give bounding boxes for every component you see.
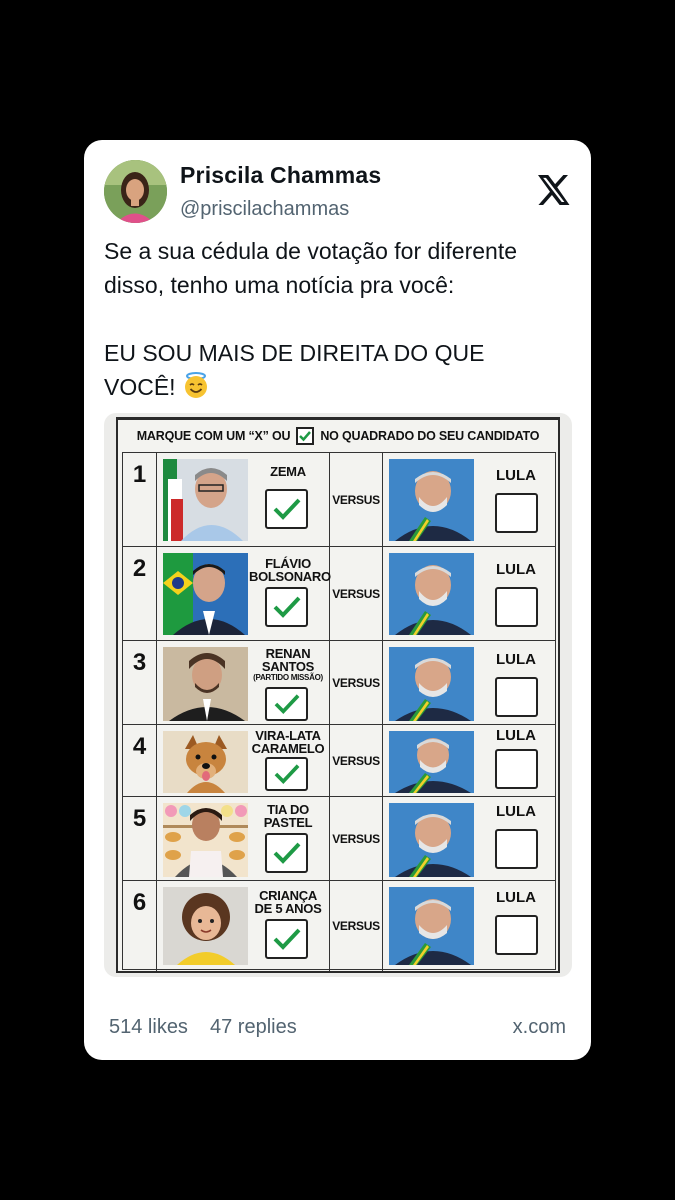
- candidate-name: TIA DO PASTEL: [263, 802, 313, 830]
- candidate-name: VIRA-LATA CARAMELO: [251, 728, 325, 756]
- row-number: 6: [123, 881, 157, 971]
- lula-photo: [389, 647, 474, 721]
- candidate-right: LULA: [383, 881, 557, 971]
- row-number: 3: [123, 641, 157, 724]
- candidate-name-main: RENAN SANTOS: [261, 646, 315, 674]
- candidate-name: LULA: [496, 561, 536, 578]
- candidate-photo: [163, 553, 248, 635]
- source-domain-link[interactable]: x.com: [513, 1016, 566, 1039]
- versus-label: VERSUS: [330, 641, 383, 724]
- post-text-line-end: VOCÊ!: [104, 374, 176, 400]
- likes-count[interactable]: 514 likes: [109, 1016, 188, 1039]
- author-name[interactable]: Priscila Chammas: [180, 162, 381, 189]
- ballot-header: MARQUE COM UM “X” OU NO QUADRADO DO SEU …: [118, 420, 558, 452]
- versus-label: VERSUS: [330, 725, 383, 796]
- candidate-name: LULA: [496, 651, 536, 668]
- versus-label: VERSUS: [330, 881, 383, 971]
- post-text-line: VOCÊ!: [104, 370, 574, 404]
- checkbox-empty[interactable]: [495, 829, 538, 869]
- versus-label: VERSUS: [330, 453, 383, 546]
- lula-photo: [389, 731, 474, 793]
- ballot-row: 2 FLÁVIO BOLSONARO VERSUS LULA: [123, 547, 555, 641]
- author-avatar[interactable]: [104, 160, 167, 223]
- checkbox-checked[interactable]: [265, 687, 308, 721]
- ballot-image[interactable]: MARQUE COM UM “X” OU NO QUADRADO DO SEU …: [104, 413, 572, 977]
- row-number: 2: [123, 547, 157, 640]
- lula-photo: [389, 553, 474, 635]
- post-text-line: EU SOU MAIS DE DIREITA DO QUE: [104, 340, 485, 366]
- candidate-name: ZEMA: [270, 464, 306, 479]
- candidate-photo: [163, 459, 248, 541]
- candidate-photo: [163, 731, 248, 793]
- row-number: 4: [123, 725, 157, 796]
- row-number: 5: [123, 797, 157, 880]
- versus-label: VERSUS: [330, 797, 383, 880]
- candidate-right: LULA: [383, 547, 557, 640]
- author-handle[interactable]: @priscilachammas: [180, 198, 349, 221]
- ballot-header-right: NO QUADRADO DO SEU CANDIDATO: [320, 429, 540, 443]
- lula-photo: [389, 803, 474, 877]
- candidate-name: FLÁVIO BOLSONARO: [249, 556, 331, 584]
- post-text: Se a sua cédula de votação for diferente…: [104, 234, 574, 404]
- candidate-right: LULA: [383, 641, 557, 724]
- candidate-party: (PARTIDO MISSÃO): [253, 673, 323, 682]
- checkbox-empty[interactable]: [495, 749, 538, 789]
- candidate-left: ZEMA: [157, 453, 330, 546]
- candidate-name: LULA: [496, 889, 536, 906]
- candidate-name: CRIANÇA DE 5 ANOS: [254, 888, 322, 916]
- candidate-photo: [163, 647, 248, 721]
- ballot-row: 1 ZEMA VERSUS LULA: [123, 453, 555, 547]
- checkbox-checked[interactable]: [265, 833, 308, 873]
- ballot-row: 3 RENAN SANTOS (PARTIDO MISSÃO) VERSUS L…: [123, 641, 555, 725]
- candidate-name: RENAN SANTOS (PARTIDO MISSÃO): [249, 647, 327, 683]
- versus-label: VERSUS: [330, 547, 383, 640]
- checkbox-empty[interactable]: [495, 493, 538, 533]
- x-logo-icon[interactable]: [535, 172, 571, 208]
- candidate-left: TIA DO PASTEL: [157, 797, 330, 880]
- checkbox-empty[interactable]: [495, 915, 538, 955]
- ballot: MARQUE COM UM “X” OU NO QUADRADO DO SEU …: [116, 417, 560, 973]
- smiling-face-with-halo-icon: [184, 372, 207, 398]
- candidate-left: FLÁVIO BOLSONARO: [157, 547, 331, 640]
- post-text-line: Se a sua cédula de votação for diferente: [104, 238, 518, 264]
- candidate-name: LULA: [496, 727, 536, 744]
- checkbox-checked[interactable]: [265, 489, 308, 529]
- ballot-row: 5 TIA DO PASTEL VERSUS LULA: [123, 797, 555, 881]
- candidate-right: LULA: [383, 453, 557, 546]
- checkbox-checked[interactable]: [265, 919, 308, 959]
- checkbox-icon: [296, 427, 315, 445]
- candidate-name: LULA: [496, 467, 536, 484]
- candidate-right: LULA: [383, 797, 557, 880]
- lula-photo: [389, 459, 474, 541]
- post-card: Priscila Chammas @priscilachammas Se a s…: [84, 140, 591, 1060]
- checkbox-checked[interactable]: [265, 757, 308, 791]
- post-text-line: disso, tenho uma notícia pra você:: [104, 272, 455, 298]
- candidate-photo: [163, 887, 248, 965]
- lula-photo: [389, 887, 474, 965]
- ballot-row: 6 CRIANÇA DE 5 ANOS VERSUS LULA: [123, 881, 555, 971]
- checkbox-empty[interactable]: [495, 677, 538, 717]
- replies-count[interactable]: 47 replies: [210, 1016, 297, 1039]
- ballot-header-left: MARQUE COM UM “X” OU: [136, 429, 291, 443]
- row-number: 1: [123, 453, 157, 546]
- candidate-left: VIRA-LATA CARAMELO: [157, 725, 330, 796]
- checkbox-empty[interactable]: [495, 587, 538, 627]
- candidate-photo: [163, 803, 248, 877]
- candidate-left: CRIANÇA DE 5 ANOS: [157, 881, 330, 971]
- checkbox-checked[interactable]: [265, 587, 308, 627]
- candidate-name: LULA: [496, 803, 536, 820]
- candidate-right: LULA: [383, 725, 557, 796]
- ballot-rows: 1 ZEMA VERSUS LULA 2 FLÁVIO BOLSONARO VE…: [122, 452, 556, 971]
- candidate-left: RENAN SANTOS (PARTIDO MISSÃO): [157, 641, 330, 724]
- ballot-row: 4 VIRA-LATA CARAMELO VERSUS LULA: [123, 725, 555, 797]
